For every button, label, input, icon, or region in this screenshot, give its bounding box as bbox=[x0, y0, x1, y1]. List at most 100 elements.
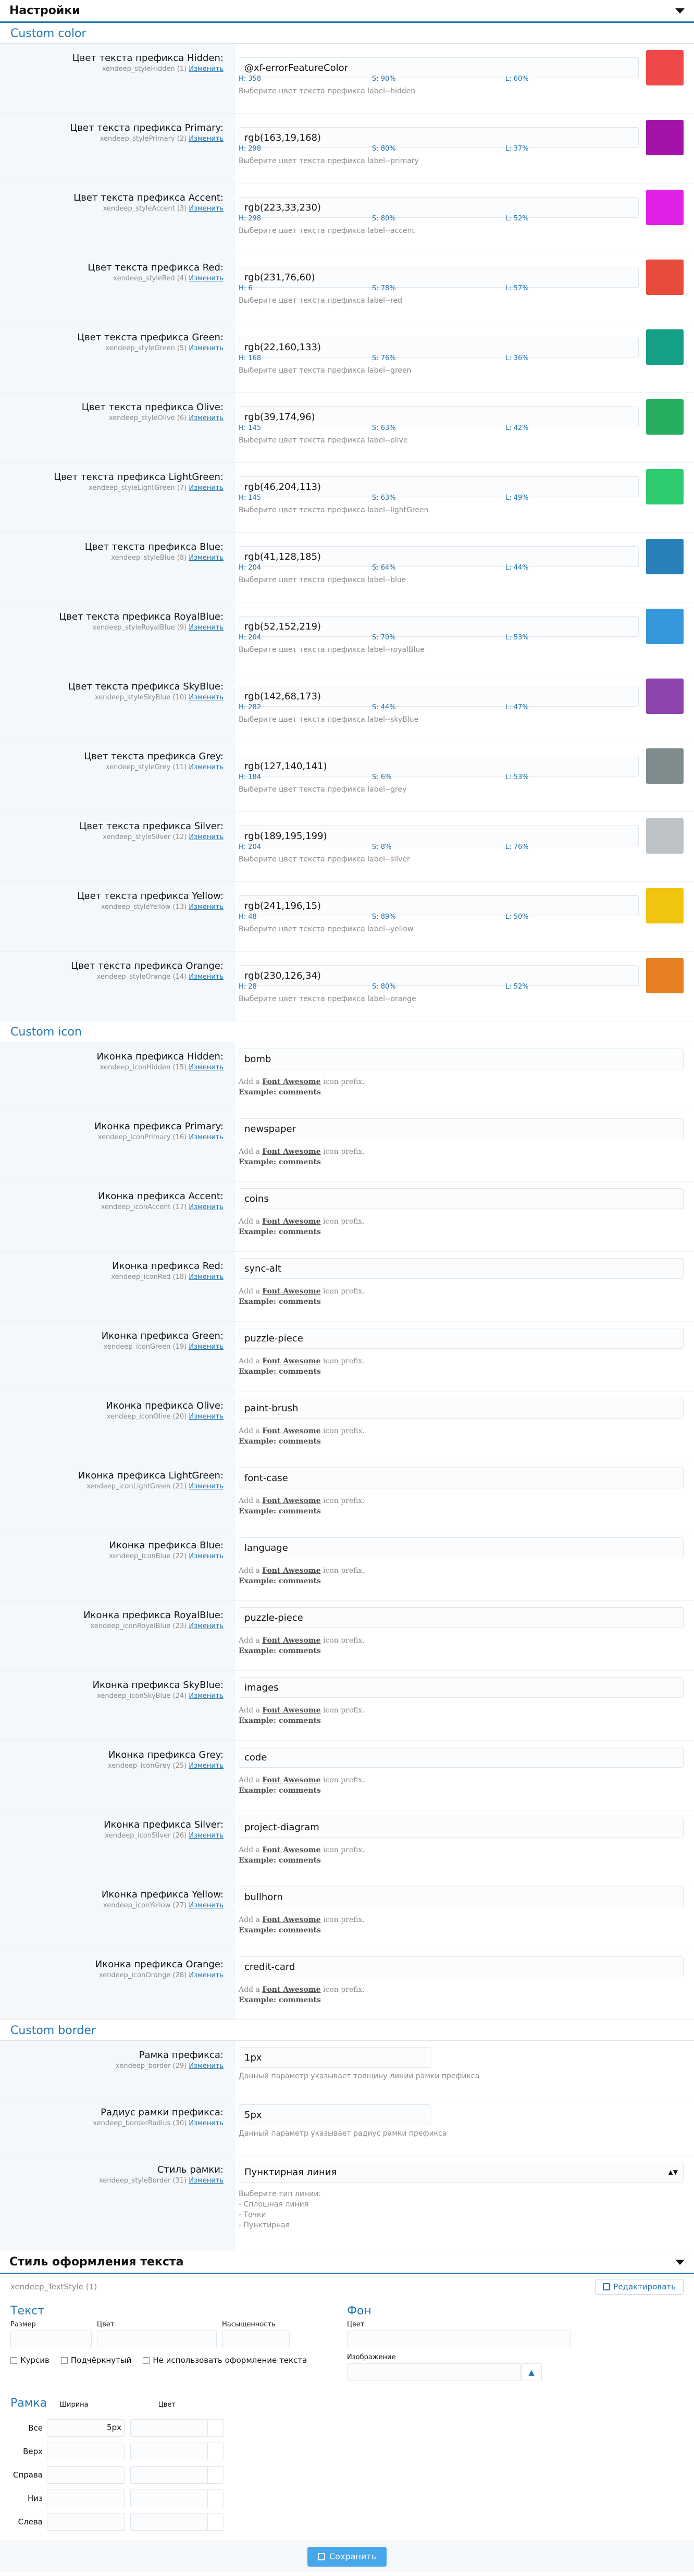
side-color-input[interactable] bbox=[130, 2442, 224, 2460]
change-link[interactable]: Изменить bbox=[189, 624, 224, 632]
side-color-input[interactable] bbox=[130, 2466, 224, 2484]
underline-checkbox[interactable]: Подчёркнутый bbox=[60, 2356, 131, 2365]
side-color-input[interactable] bbox=[130, 2419, 224, 2437]
side-width-input[interactable]: 5px bbox=[47, 2419, 125, 2437]
text-style-header[interactable]: Стиль оформления текста bbox=[0, 2251, 694, 2274]
color-swatch[interactable] bbox=[646, 748, 684, 784]
icon-input[interactable]: language bbox=[239, 1537, 684, 1558]
change-link[interactable]: Изменить bbox=[189, 1902, 224, 1909]
change-link[interactable]: Изменить bbox=[189, 1064, 224, 1071]
change-link[interactable]: Изменить bbox=[189, 833, 224, 841]
color-swatch[interactable] bbox=[646, 818, 684, 854]
change-link[interactable]: Изменить bbox=[189, 1203, 224, 1211]
icon-input[interactable]: bomb bbox=[239, 1049, 684, 1069]
change-link[interactable]: Изменить bbox=[189, 65, 224, 73]
font-awesome-link[interactable]: Font Awesome bbox=[262, 1706, 320, 1715]
font-awesome-link[interactable]: Font Awesome bbox=[262, 1567, 320, 1575]
change-link[interactable]: Изменить bbox=[189, 344, 224, 352]
image-input[interactable] bbox=[347, 2363, 521, 2381]
side-width-input[interactable] bbox=[47, 2466, 125, 2484]
change-link[interactable]: Изменить bbox=[189, 1971, 224, 1979]
border-style-select[interactable]: Пунктирная линия ▲▼ bbox=[239, 2162, 684, 2183]
color-swatch[interactable] bbox=[646, 888, 684, 923]
change-link[interactable]: Изменить bbox=[189, 1832, 224, 1840]
chevron-down-icon[interactable] bbox=[675, 8, 685, 14]
color-swatch[interactable] bbox=[646, 120, 684, 155]
icon-input[interactable]: newspaper bbox=[239, 1118, 684, 1139]
icon-input[interactable]: coins bbox=[239, 1188, 684, 1209]
side-color-input[interactable] bbox=[130, 2489, 224, 2507]
border-width-input[interactable]: 1px bbox=[239, 2047, 431, 2068]
save-button[interactable]: Сохранить bbox=[307, 2546, 387, 2567]
bg-color-input[interactable] bbox=[347, 2331, 571, 2348]
change-link[interactable]: Изменить bbox=[189, 1483, 224, 1490]
font-awesome-link[interactable]: Font Awesome bbox=[262, 1497, 320, 1505]
icon-input[interactable]: paint-brush bbox=[239, 1398, 684, 1419]
color-swatch[interactable] bbox=[646, 469, 684, 504]
color-swatch[interactable] bbox=[646, 609, 684, 644]
font-awesome-link[interactable]: Font Awesome bbox=[262, 1846, 320, 1854]
change-link[interactable]: Изменить bbox=[189, 1622, 224, 1630]
chevron-down-icon[interactable] bbox=[675, 2259, 685, 2265]
change-link[interactable]: Изменить bbox=[189, 2119, 224, 2127]
font-awesome-link[interactable]: Font Awesome bbox=[262, 1916, 320, 1924]
icon-input[interactable]: font-case bbox=[239, 1468, 684, 1488]
italic-checkbox[interactable]: Курсив bbox=[10, 2356, 49, 2365]
icon-input[interactable]: sync-alt bbox=[239, 1258, 684, 1279]
icon-input[interactable]: images bbox=[239, 1677, 684, 1698]
color-swatch[interactable] bbox=[646, 260, 684, 295]
change-link[interactable]: Изменить bbox=[189, 1552, 224, 1560]
color-swatch[interactable] bbox=[646, 539, 684, 574]
side-width-input[interactable] bbox=[47, 2489, 125, 2507]
change-link[interactable]: Изменить bbox=[189, 973, 224, 981]
change-link[interactable]: Изменить bbox=[189, 1133, 224, 1141]
font-awesome-link[interactable]: Font Awesome bbox=[262, 1217, 320, 1226]
icon-input[interactable]: code bbox=[239, 1747, 684, 1768]
color-swatch[interactable] bbox=[646, 190, 684, 225]
icon-input[interactable]: credit-card bbox=[239, 1956, 684, 1977]
change-link[interactable]: Изменить bbox=[189, 1762, 224, 1770]
border-radius-input[interactable]: 5px bbox=[239, 2104, 431, 2125]
change-link[interactable]: Изменить bbox=[189, 275, 224, 282]
change-link[interactable]: Изменить bbox=[189, 484, 224, 492]
font-awesome-link[interactable]: Font Awesome bbox=[262, 1148, 320, 1156]
change-link[interactable]: Изменить bbox=[189, 135, 224, 143]
font-awesome-link[interactable]: Font Awesome bbox=[262, 1986, 320, 1994]
font-awesome-link[interactable]: Font Awesome bbox=[262, 1078, 320, 1086]
font-awesome-link[interactable]: Font Awesome bbox=[262, 1287, 320, 1296]
text-color-input[interactable] bbox=[97, 2331, 217, 2348]
font-awesome-link[interactable]: Font Awesome bbox=[262, 1636, 320, 1645]
upload-icon[interactable]: ▲ bbox=[521, 2363, 542, 2381]
icon-input[interactable]: puzzle-piece bbox=[239, 1607, 684, 1628]
saturation-select[interactable] bbox=[222, 2331, 290, 2348]
icon-input[interactable]: bullhorn bbox=[239, 1887, 684, 1907]
change-link[interactable]: Изменить bbox=[189, 205, 224, 213]
change-link[interactable]: Изменить bbox=[189, 554, 224, 562]
change-link[interactable]: Изменить bbox=[189, 1413, 224, 1421]
color-swatch[interactable] bbox=[646, 329, 684, 365]
icon-input[interactable]: project-diagram bbox=[239, 1817, 684, 1838]
font-awesome-link[interactable]: Font Awesome bbox=[262, 1427, 320, 1435]
font-awesome-link[interactable]: Font Awesome bbox=[262, 1357, 320, 1365]
change-link[interactable]: Изменить bbox=[189, 2177, 224, 2185]
change-link[interactable]: Изменить bbox=[189, 903, 224, 911]
change-link[interactable]: Изменить bbox=[189, 414, 224, 422]
change-link[interactable]: Изменить bbox=[189, 694, 224, 701]
change-link[interactable]: Изменить bbox=[189, 763, 224, 771]
side-width-input[interactable] bbox=[47, 2512, 125, 2531]
size-input[interactable] bbox=[10, 2331, 92, 2348]
edit-button[interactable]: Редактировать bbox=[595, 2279, 684, 2295]
change-link[interactable]: Изменить bbox=[189, 1273, 224, 1281]
change-link[interactable]: Изменить bbox=[189, 1692, 224, 1700]
color-swatch[interactable] bbox=[646, 399, 684, 435]
no-style-checkbox[interactable]: Не использовать оформление текста bbox=[143, 2356, 307, 2365]
change-link[interactable]: Изменить bbox=[189, 2062, 224, 2070]
color-swatch[interactable] bbox=[646, 958, 684, 993]
settings-header[interactable]: Настройки bbox=[0, 0, 694, 23]
icon-input[interactable]: puzzle-piece bbox=[239, 1328, 684, 1349]
color-swatch[interactable] bbox=[646, 679, 684, 714]
side-width-input[interactable] bbox=[47, 2442, 125, 2460]
font-awesome-link[interactable]: Font Awesome bbox=[262, 1776, 320, 1784]
side-color-input[interactable] bbox=[130, 2512, 224, 2531]
change-link[interactable]: Изменить bbox=[189, 1343, 224, 1351]
